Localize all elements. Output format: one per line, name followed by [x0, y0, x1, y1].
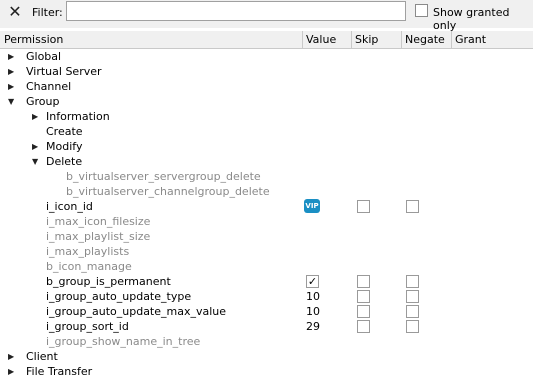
collapsed-arrow-icon[interactable]: ▶ — [32, 142, 40, 151]
column-header-negate[interactable]: Negate — [405, 33, 445, 46]
tree-row[interactable]: ▶ Channel — [0, 79, 533, 94]
tree-row[interactable]: b_virtualserver_servergroup_delete — [0, 169, 533, 184]
tree-row-label: b_group_is_permanent — [46, 275, 171, 288]
tree-row[interactable]: ▼ Group — [0, 94, 533, 109]
tree-row-label: i_max_playlists — [46, 245, 130, 258]
tree-row[interactable]: i_icon_id VIP — [0, 199, 533, 214]
skip-checkbox[interactable] — [357, 200, 370, 213]
tree-row-label: b_virtualserver_channelgroup_delete — [66, 185, 270, 198]
skip-checkbox[interactable] — [357, 305, 370, 318]
tree-row-label: i_group_show_name_in_tree — [46, 335, 201, 348]
vip-icon[interactable]: VIP — [304, 199, 320, 213]
tree-row-label: i_group_auto_update_type — [46, 290, 192, 303]
tree-row[interactable]: b_icon_manage — [0, 259, 533, 274]
tree-row-label: Create — [46, 125, 83, 138]
tree-row-label: i_group_auto_update_max_value — [46, 305, 227, 318]
collapsed-arrow-icon[interactable]: ▶ — [8, 52, 16, 61]
tree-row[interactable]: ▶ Information — [0, 109, 533, 124]
tree-row-label: Group — [26, 95, 60, 108]
collapsed-arrow-icon[interactable]: ▶ — [32, 112, 40, 121]
skip-checkbox[interactable] — [357, 275, 370, 288]
show-granted-checkbox[interactable] — [415, 4, 428, 17]
tree-row-label: File Transfer — [26, 365, 93, 378]
column-header-grant[interactable]: Grant — [455, 33, 486, 46]
collapsed-arrow-icon[interactable]: ▶ — [8, 352, 16, 361]
skip-checkbox[interactable] — [357, 290, 370, 303]
tree-row[interactable]: ▶ Client — [0, 349, 533, 364]
collapsed-arrow-icon[interactable]: ▶ — [8, 82, 16, 91]
negate-checkbox[interactable] — [406, 320, 419, 333]
column-divider — [351, 31, 352, 48]
permission-table-header: Permission Value Skip Negate Grant — [0, 31, 533, 49]
tree-row-label: Modify — [46, 140, 83, 153]
filter-input[interactable] — [66, 1, 406, 21]
column-divider — [451, 31, 452, 48]
tree-row-label: b_icon_manage — [46, 260, 132, 273]
permission-value[interactable]: 29 — [306, 320, 320, 333]
negate-checkbox[interactable] — [406, 275, 419, 288]
tree-row[interactable]: ▶ Modify — [0, 139, 533, 154]
negate-checkbox[interactable] — [406, 290, 419, 303]
collapsed-arrow-icon[interactable]: ▶ — [8, 367, 16, 376]
permission-value[interactable]: 10 — [306, 290, 320, 303]
tree-row[interactable]: Create — [0, 124, 533, 139]
column-header-value[interactable]: Value — [306, 33, 336, 46]
expanded-arrow-icon[interactable]: ▼ — [32, 157, 40, 166]
tree-row-label: i_group_sort_id — [46, 320, 129, 333]
skip-checkbox[interactable] — [357, 320, 370, 333]
column-header-skip[interactable]: Skip — [355, 33, 378, 46]
tree-row[interactable]: i_group_auto_update_type 10 — [0, 289, 533, 304]
negate-checkbox[interactable] — [406, 305, 419, 318]
column-header-permission[interactable]: Permission — [4, 33, 63, 46]
tree-row[interactable]: ▶ Virtual Server — [0, 64, 533, 79]
tree-row[interactable]: ▶ Global — [0, 49, 533, 64]
tree-row[interactable]: i_group_sort_id 29 — [0, 319, 533, 334]
expanded-arrow-icon[interactable]: ▼ — [8, 97, 16, 106]
tree-row[interactable]: i_max_playlists — [0, 244, 533, 259]
tree-row[interactable]: b_group_is_permanent ✓ — [0, 274, 533, 289]
tree-row-label: Channel — [26, 80, 72, 93]
show-granted-label[interactable]: Show granted only — [433, 6, 533, 32]
tree-row[interactable]: ▶ File Transfer — [0, 364, 533, 379]
tree-row[interactable]: b_virtualserver_channelgroup_delete — [0, 184, 533, 199]
tree-row[interactable]: i_group_auto_update_max_value 10 — [0, 304, 533, 319]
tree-row-label: Virtual Server — [26, 65, 102, 78]
column-divider — [401, 31, 402, 48]
tree-row-label: b_virtualserver_servergroup_delete — [66, 170, 261, 183]
tree-row-label: Delete — [46, 155, 83, 168]
collapsed-arrow-icon[interactable]: ▶ — [8, 67, 16, 76]
permission-value[interactable]: 10 — [306, 305, 320, 318]
column-divider — [302, 31, 303, 48]
tree-row-label: i_icon_id — [46, 200, 93, 213]
tree-row-label: Client — [26, 350, 58, 363]
tree-row-label: i_max_icon_filesize — [46, 215, 151, 228]
tree-row[interactable]: i_max_playlist_size — [0, 229, 533, 244]
tree-row-label: Information — [46, 110, 110, 123]
tree-row[interactable]: i_group_show_name_in_tree — [0, 334, 533, 349]
filter-bar: ✕ Filter: Show granted only — [0, 0, 533, 32]
value-checkbox[interactable]: ✓ — [306, 275, 319, 288]
close-icon[interactable]: ✕ — [7, 4, 23, 20]
tree-row-label: i_max_playlist_size — [46, 230, 151, 243]
tree-row[interactable]: ▼ Delete — [0, 154, 533, 169]
tree-row-label: Global — [26, 50, 62, 63]
negate-checkbox[interactable] — [406, 200, 419, 213]
filter-label: Filter: — [32, 6, 63, 19]
tree-row[interactable]: i_max_icon_filesize — [0, 214, 533, 229]
